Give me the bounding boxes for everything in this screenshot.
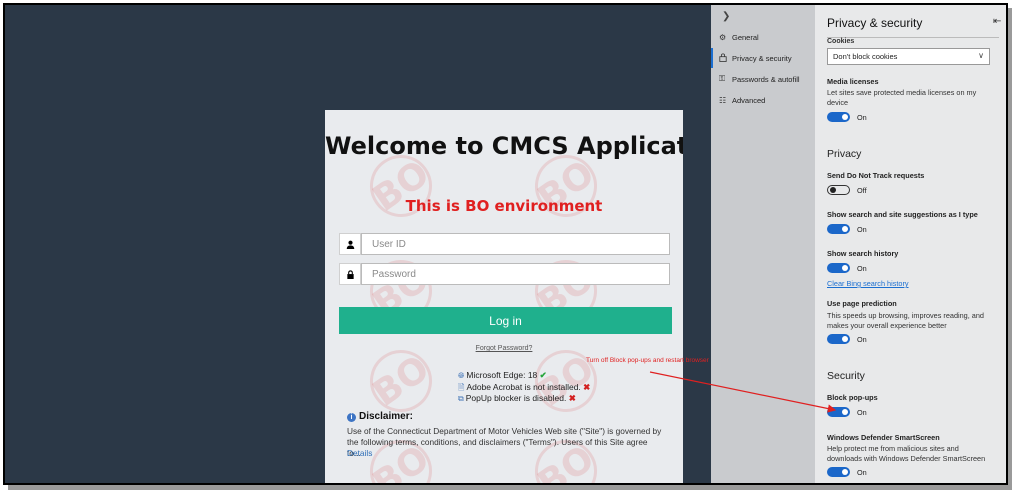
screenshot-frame: BO BO BO BO BO BO BO BO Welcome to CMCS … — [3, 3, 1008, 485]
annotation-arrow — [649, 371, 837, 413]
